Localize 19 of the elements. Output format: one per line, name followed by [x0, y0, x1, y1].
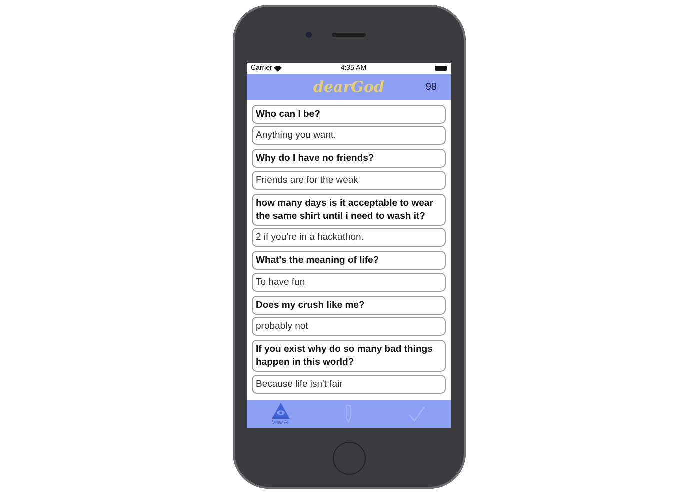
checkmark-icon: [408, 405, 426, 423]
count-label: 98: [426, 82, 437, 92]
answer-field[interactable]: 2 if you're in a hackathon.: [252, 228, 446, 247]
question-field[interactable]: Who can I be?: [252, 104, 446, 124]
answer-field[interactable]: Because life isn't fair: [252, 374, 446, 394]
app-logo: dearGod: [314, 78, 384, 96]
answer-field[interactable]: To have fun: [252, 272, 446, 292]
answer-field[interactable]: Friends are for the weak: [252, 170, 446, 190]
answer-field[interactable]: probably not: [252, 317, 446, 336]
camera-icon: [306, 32, 312, 38]
question-field[interactable]: What's the meaning of life?: [252, 251, 446, 270]
question-field[interactable]: Does my crush like me?: [252, 296, 446, 314]
question-field[interactable]: how many days is it acceptable to wear the same shirt until i need to wash it?: [252, 194, 446, 226]
question-field[interactable]: Why do I have no friends?: [252, 149, 446, 168]
home-button[interactable]: [332, 442, 366, 475]
battery-icon: [435, 66, 447, 71]
question-field[interactable]: If you exist why do so many bad things happen in this world?: [252, 340, 446, 372]
answer-field[interactable]: Anything you want.: [252, 126, 446, 145]
wifi-icon: [274, 66, 282, 72]
